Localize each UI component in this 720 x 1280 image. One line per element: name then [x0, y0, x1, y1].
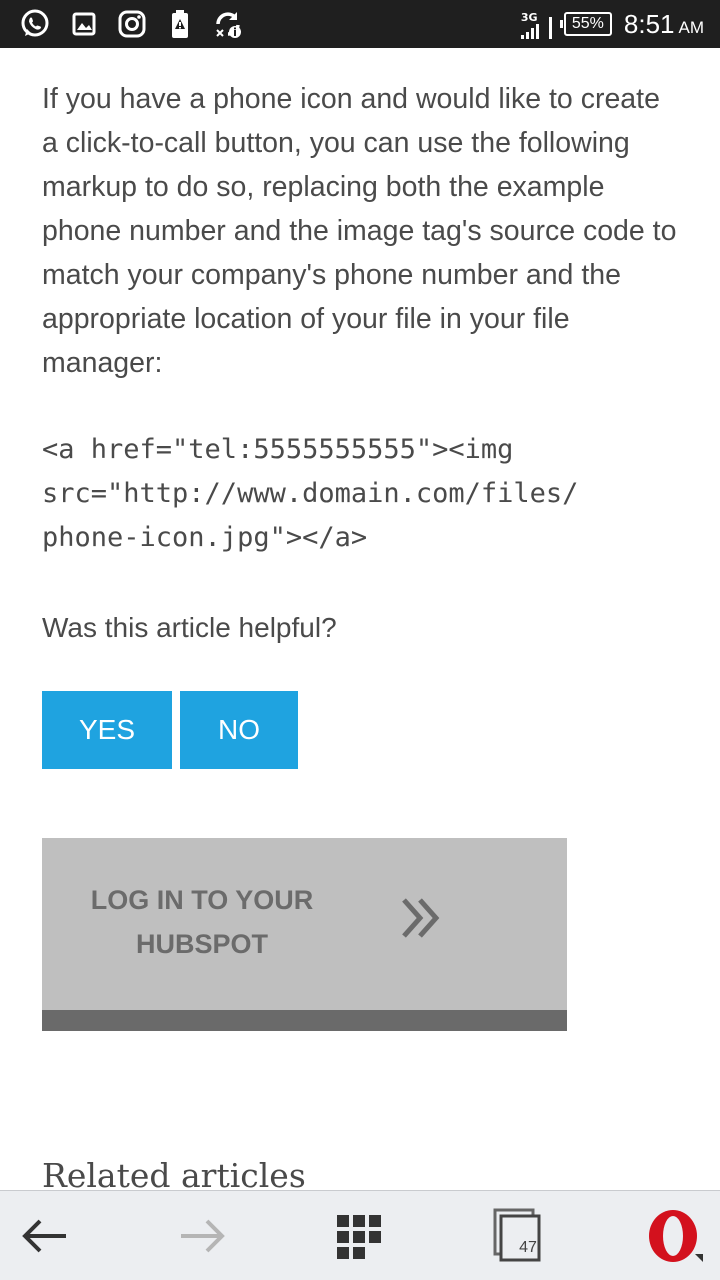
clock-ampm: AM — [678, 17, 705, 37]
login-card-bottom-bar — [42, 1010, 567, 1031]
arrow-left-icon — [22, 1219, 66, 1253]
tabs-button[interactable]: 47 — [473, 1191, 563, 1280]
opera-menu-button[interactable] — [630, 1191, 720, 1280]
battery-alert-icon — [164, 8, 196, 40]
article-body: If you have a phone icon and would like … — [42, 48, 678, 560]
feedback-buttons: YES NO — [42, 691, 298, 769]
code-line: src="http://www.domain.com/files/ — [42, 478, 579, 509]
opera-logo-icon — [649, 1210, 703, 1262]
tabs-icon: 47 — [493, 1208, 543, 1264]
browser-bottom-bar: 47 — [0, 1190, 720, 1280]
login-hubspot-card[interactable]: LOG IN TO YOUR HUBSPOT — [42, 838, 567, 1031]
back-button[interactable] — [0, 1191, 90, 1280]
code-line: phone-icon.jpg"></a> — [42, 522, 368, 553]
login-card-line1: LOG IN TO YOUR — [90, 885, 314, 915]
clock-time: 8:51 — [623, 8, 675, 39]
network-type: 3G — [520, 11, 538, 24]
battery-indicator: 55% — [559, 12, 612, 36]
forward-button[interactable] — [157, 1191, 247, 1280]
login-card-line2: HUBSPOT — [135, 929, 268, 959]
speed-dial-button[interactable] — [314, 1191, 404, 1280]
grid-icon — [337, 1215, 381, 1259]
signal-icon: 3G — [520, 9, 552, 39]
double-chevron-right-icon — [402, 898, 440, 938]
status-bar: 3G 55% 8:51 AM — [0, 0, 720, 48]
login-card-text: LOG IN TO YOUR HUBSPOT — [62, 878, 342, 966]
code-snippet: <a href="tel:5555555555"><img src="http:/… — [42, 428, 678, 560]
article-paragraph: If you have a phone icon and would like … — [42, 83, 677, 379]
gallery-icon — [68, 8, 100, 40]
no-button[interactable]: NO — [180, 691, 298, 769]
instagram-icon — [116, 8, 148, 40]
feedback-question: Was this article helpful? — [42, 612, 337, 643]
clock: 8:51 AM — [624, 9, 704, 40]
tab-count: 47 — [519, 1239, 537, 1256]
yes-button[interactable]: YES — [42, 691, 172, 769]
sync-info-icon — [212, 8, 244, 40]
code-line: <a href="tel:5555555555"><img — [42, 434, 514, 465]
arrow-right-icon — [181, 1219, 225, 1253]
whatsapp-icon — [19, 8, 51, 40]
